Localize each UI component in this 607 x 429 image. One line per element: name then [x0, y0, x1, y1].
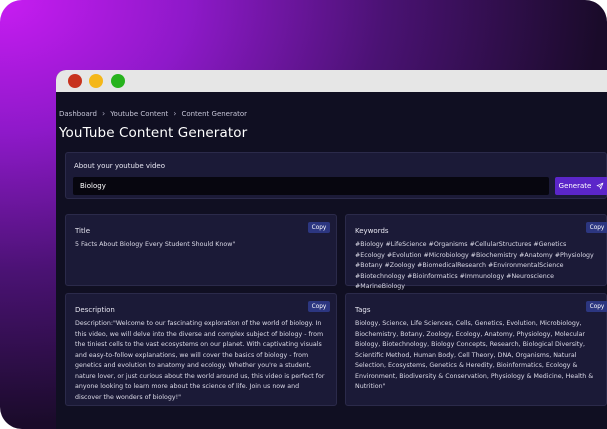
breadcrumb-youtube-content[interactable]: Youtube Content — [110, 110, 168, 118]
title-heading: Title — [75, 227, 91, 235]
generate-button-label: Generate — [558, 182, 592, 190]
video-topic-input[interactable]: Biology — [73, 177, 549, 195]
keywords-heading: Keywords — [355, 227, 389, 235]
keywords-text: #Biology #LifeScience #Organisms #Cellul… — [355, 241, 594, 290]
breadcrumb-dashboard[interactable]: Dashboard — [59, 110, 97, 118]
title-text: 5 Facts About Biology Every Student Shou… — [75, 241, 236, 248]
minimize-window-button[interactable] — [89, 74, 103, 88]
send-icon — [597, 182, 604, 190]
description-card: Description Copy Description:"Welcome to… — [65, 293, 337, 406]
tags-card: Tags Copy Biology, Science, Life Science… — [345, 293, 607, 406]
maximize-window-button[interactable] — [111, 74, 125, 88]
app-window: Dashboard › Youtube Content › Content Ge… — [56, 70, 607, 429]
breadcrumb: Dashboard › Youtube Content › Content Ge… — [59, 109, 247, 118]
tags-text: Biology, Science, Life Sciences, Cells, … — [355, 320, 594, 390]
description-text: Description:"Welcome to our fascinating … — [75, 320, 325, 401]
copy-title-button[interactable]: Copy — [308, 222, 330, 233]
copy-tags-button[interactable]: Copy — [586, 301, 607, 312]
close-window-button[interactable] — [68, 74, 82, 88]
title-card: Title Copy 5 Facts About Biology Every S… — [65, 214, 337, 286]
window-titlebar — [56, 70, 607, 92]
breadcrumb-content-generator: Content Generator — [181, 109, 248, 118]
generate-button[interactable]: Generate — [555, 177, 607, 195]
about-video-label: About your youtube video — [74, 162, 166, 170]
tags-heading: Tags — [355, 306, 371, 314]
page-title: YouTube Content Generator — [59, 125, 248, 141]
description-heading: Description — [75, 306, 115, 314]
keywords-card: Keywords Copy #Biology #LifeScience #Org… — [345, 214, 607, 290]
chevron-right-icon: › — [101, 109, 106, 118]
copy-description-button[interactable]: Copy — [308, 301, 330, 312]
copy-keywords-button[interactable]: Copy — [586, 222, 607, 233]
chevron-right-icon: › — [173, 109, 177, 118]
about-video-card: About your youtube video Biology Generat… — [65, 152, 607, 199]
